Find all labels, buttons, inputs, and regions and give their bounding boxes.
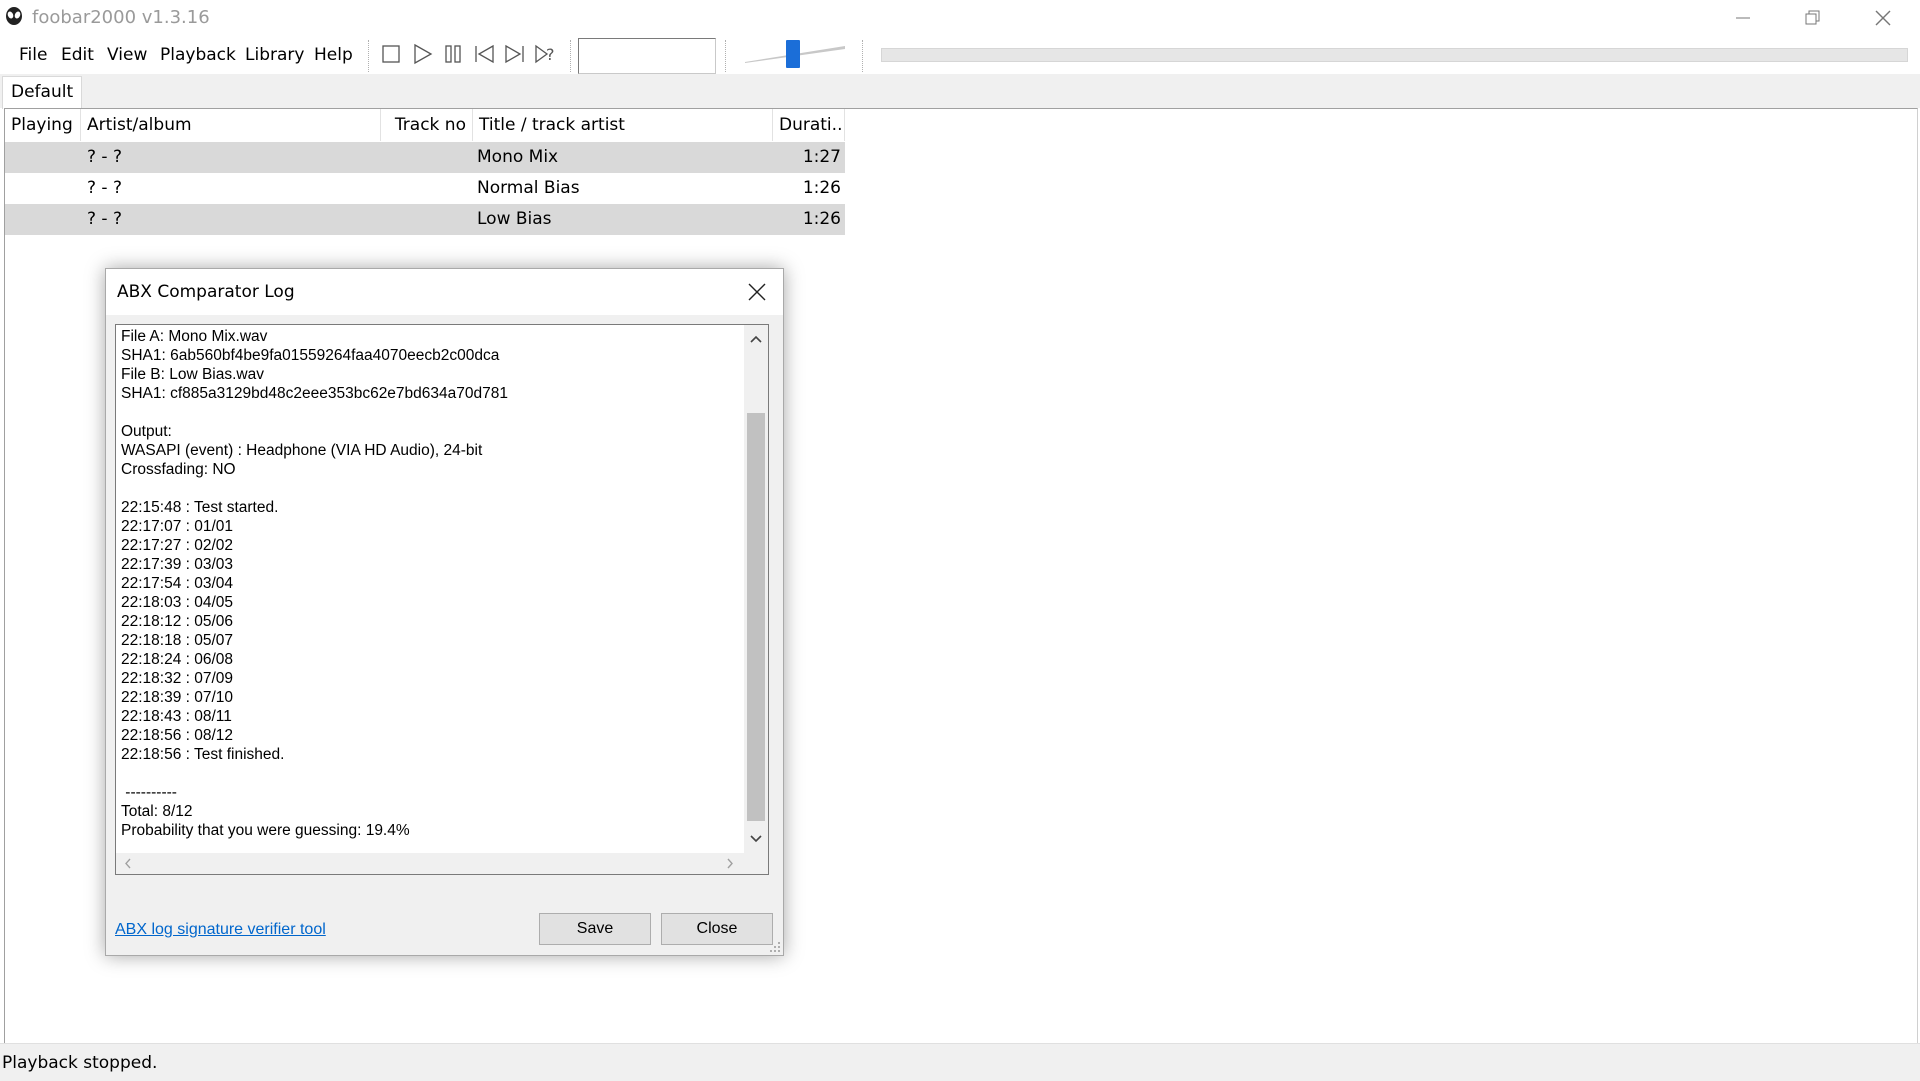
scroll-down-button[interactable] (744, 825, 768, 853)
toolbar-separator (570, 40, 572, 72)
close-icon (748, 283, 766, 301)
restore-button[interactable] (1778, 0, 1848, 36)
minimize-button[interactable] (1708, 0, 1778, 36)
pause-icon (445, 45, 461, 63)
playlist-row[interactable]: ? - ? Mono Mix 1:27 (5, 142, 845, 173)
title-bar: foobar2000 v1.3.16 (0, 0, 1920, 36)
menu-playback[interactable]: Playback (160, 45, 236, 65)
menu-toolbar-bar: File Edit View Playback Library Help ? (0, 36, 1920, 75)
column-duration[interactable]: Durati... (773, 109, 845, 141)
previous-button[interactable] (471, 41, 497, 67)
row-duration: 1:26 (802, 209, 841, 229)
play-button[interactable] (409, 41, 435, 67)
next-button[interactable] (502, 41, 528, 67)
visualization-box (578, 38, 716, 74)
menu-help[interactable]: Help (314, 45, 353, 65)
horizontal-scrollbar[interactable] (116, 853, 744, 874)
log-text: File A: Mono Mix.wav SHA1: 6ab560bf4be9f… (121, 328, 508, 839)
abx-log-dialog: ABX Comparator Log File A: Mono Mix.wav … (105, 268, 784, 956)
previous-icon (475, 44, 494, 64)
volume-slider-thumb[interactable] (786, 40, 800, 68)
dialog-title-bar: ABX Comparator Log (106, 269, 783, 315)
row-artist-album: ? - ? (87, 178, 122, 198)
playlist-tabs: Default (0, 74, 1920, 109)
row-title: Low Bias (477, 209, 552, 229)
menu-view[interactable]: View (107, 45, 147, 65)
next-icon (505, 44, 524, 64)
playlist-row[interactable]: ? - ? Normal Bias 1:26 (5, 173, 845, 204)
toolbar-separator (725, 40, 727, 72)
tab-default[interactable]: Default (2, 76, 83, 109)
dialog-close-x-button[interactable] (739, 275, 775, 309)
row-title: Normal Bias (477, 178, 580, 198)
toolbar-separator (862, 40, 864, 72)
status-bar: Playback stopped. (0, 1043, 1920, 1081)
playlist-header: Playing Artist/album Track no Title / tr… (5, 109, 845, 141)
stop-icon (382, 45, 400, 63)
stop-button[interactable] (378, 41, 404, 67)
scroll-left-button[interactable] (118, 853, 138, 874)
row-artist-album: ? - ? (87, 147, 122, 167)
menu-file[interactable]: File (19, 45, 47, 65)
svg-text:?: ? (546, 45, 555, 64)
scroll-right-button[interactable] (720, 853, 740, 874)
scroll-corner (744, 853, 768, 874)
chevron-left-icon (125, 858, 131, 869)
menu-library[interactable]: Library (245, 45, 304, 65)
scroll-up-button[interactable] (744, 325, 768, 353)
resize-grip-icon[interactable] (769, 941, 781, 953)
column-playing[interactable]: Playing (5, 109, 81, 141)
column-title[interactable]: Title / track artist (473, 109, 773, 141)
row-duration: 1:26 (802, 178, 841, 198)
scroll-thumb[interactable] (747, 413, 765, 821)
row-title: Mono Mix (477, 147, 559, 167)
close-icon (1875, 10, 1891, 26)
random-button[interactable]: ? (533, 41, 559, 67)
close-button[interactable]: Close (661, 913, 773, 945)
row-artist-album: ? - ? (87, 209, 122, 229)
chevron-right-icon (727, 858, 733, 869)
abx-verifier-link[interactable]: ABX log signature verifier tool (115, 921, 326, 939)
play-icon (414, 43, 433, 65)
row-duration: 1:27 (802, 147, 841, 167)
toolbar-separator (368, 40, 370, 72)
minimize-icon (1736, 17, 1750, 19)
vertical-scrollbar[interactable] (744, 325, 768, 853)
chevron-up-icon (750, 335, 762, 343)
dialog-title: ABX Comparator Log (117, 282, 295, 302)
close-window-button[interactable] (1848, 0, 1918, 36)
column-track-no[interactable]: Track no (381, 109, 473, 141)
pause-button[interactable] (440, 41, 466, 67)
random-icon: ? (535, 44, 555, 64)
save-button[interactable]: Save (539, 913, 651, 945)
restore-icon (1805, 10, 1820, 25)
status-text: Playback stopped. (2, 1053, 158, 1073)
chevron-down-icon (750, 835, 762, 843)
playlist-row[interactable]: ? - ? Low Bias 1:26 (5, 204, 845, 235)
foobar-alien-icon (6, 7, 22, 25)
seek-bar[interactable] (881, 48, 1908, 62)
window-title: foobar2000 v1.3.16 (32, 7, 210, 28)
menu-edit[interactable]: Edit (61, 45, 94, 65)
column-artist-album[interactable]: Artist/album (81, 109, 381, 141)
log-textarea[interactable]: File A: Mono Mix.wav SHA1: 6ab560bf4be9f… (115, 324, 769, 875)
